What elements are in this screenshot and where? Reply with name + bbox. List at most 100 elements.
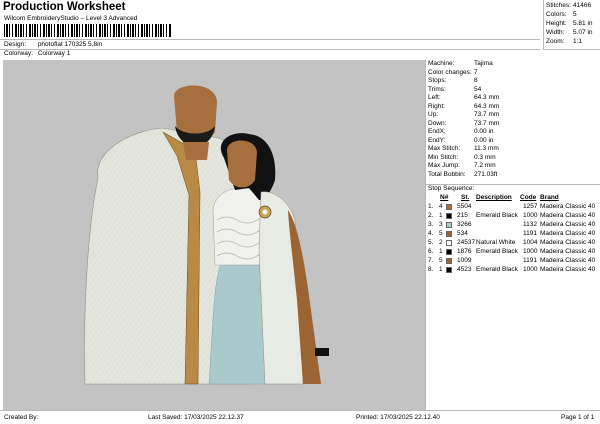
woman-face: [227, 140, 257, 188]
divider: [0, 49, 540, 50]
color-swatch: [446, 267, 452, 273]
seq-stop: 3.: [428, 221, 434, 228]
col-n: N#: [440, 194, 449, 201]
seq-description: Emerald Black: [476, 248, 518, 255]
seq-code: 1000: [523, 212, 538, 219]
design-row: Design: photoflat 170325 5,8in: [4, 41, 102, 48]
seq-brand: Madeira Classic 40: [540, 266, 596, 273]
seq-code: 1000: [523, 248, 538, 255]
printed-date: Printed: 17/03/2025 22.12.40: [356, 414, 440, 421]
seq-brand: Madeira Classic 40: [540, 203, 596, 210]
color-swatch: [446, 231, 452, 237]
colorway-value: Colorway 1: [37, 50, 71, 57]
seq-needle: 1: [439, 266, 443, 273]
seq-needle: 4: [439, 203, 443, 210]
prop-endx: EndX: 0.00 in: [428, 128, 494, 135]
prop-machine: Machine: Tajima: [428, 60, 493, 67]
table-row: 3. 3 3266 1132 Madeira Classic 40: [426, 221, 600, 230]
prop-max-stitch: Max Stitch: 11.3 mm: [428, 145, 499, 152]
table-row: 4. 5 534 1191 Madeira Classic 40: [426, 230, 600, 239]
prop-left: Left: 64.3 mm: [428, 94, 500, 101]
seq-code: 1191: [523, 257, 537, 264]
seq-brand: Madeira Classic 40: [540, 230, 596, 237]
prop-total-bobbin: Total Bobbin: 271.03ft: [428, 170, 498, 178]
worksheet-footer: Created By: Last Saved: 17/03/2025 22.12…: [0, 410, 600, 424]
seq-code: 1000: [523, 266, 538, 273]
colorway-label: Colorway:: [4, 50, 33, 57]
table-row: 6. 1 1876 Emerald Black 1000 Madeira Classic …: [426, 248, 600, 257]
seq-needle: 3: [439, 221, 443, 228]
seq-code: 1257: [523, 203, 538, 210]
seq-stop: 5.: [428, 239, 434, 246]
color-swatch: [446, 213, 452, 219]
barcode: [4, 24, 172, 37]
prop-color-changes: Color changes: 7: [428, 68, 478, 76]
software-subtitle: Wilcom EmbroideryStudio – Level 3 Advanc…: [4, 15, 138, 22]
color-swatch: [446, 249, 452, 255]
seq-stitches: 5504: [457, 203, 472, 210]
design-label: Design:: [4, 41, 27, 48]
seq-brand: Madeira Classic 40: [540, 257, 596, 264]
table-row: 2. 1 215 Emerald Black 1000 Madeira Classic 4…: [426, 212, 600, 221]
seq-description: Natural White: [476, 239, 516, 246]
design-stats: Stitches: 41466 Colors: 5 Height: 5.81 in W…: [543, 0, 600, 50]
col-code: Code: [520, 194, 537, 201]
seq-stop: 8.: [428, 266, 434, 273]
seq-code: 1191: [523, 230, 537, 237]
seq-needle: 1: [439, 248, 443, 255]
colorway-row: Colorway: Colorway 1: [4, 50, 70, 57]
design-preview: [3, 60, 425, 410]
seq-stitches: 24537: [457, 239, 476, 246]
last-saved: Last Saved: 17/03/2025 22.12.37: [148, 414, 244, 421]
man-neck: [183, 142, 209, 160]
seq-stop: 4.: [428, 230, 434, 237]
table-row: 8. 1 4523 Emerald Black 1000 Madeira Classic …: [426, 266, 600, 275]
seq-stop: 7.: [428, 257, 434, 264]
prop-trims: Trims: 54: [428, 85, 482, 93]
seq-brand: Madeira Classic 40: [540, 212, 596, 219]
prop-stops: Stops: 8: [428, 77, 478, 84]
prop-max-jump: Max Jump: 7.2 mm: [428, 162, 496, 169]
stat-zoom: Zoom: 1:1: [546, 38, 583, 45]
prop-min-stitch: Min Stitch: 0.3 mm: [428, 153, 496, 161]
col-description: Description: [476, 194, 512, 201]
seq-stop: 1.: [428, 203, 434, 210]
seq-stop: 2.: [428, 212, 434, 219]
prop-endy: EndY: 0.00 in: [428, 136, 494, 144]
design-value: photoflat 170325 5,8in: [37, 41, 103, 48]
col-brand: Brand: [540, 194, 559, 201]
col-st: St.: [461, 194, 470, 201]
prop-right: Right: 64.3 mm: [428, 102, 500, 110]
seq-description: Emerald Black: [476, 266, 518, 273]
created-by: Created By:: [4, 414, 39, 421]
wristband: [315, 348, 329, 356]
seq-stitches: 1876: [457, 248, 472, 255]
seq-stitches: 3266: [457, 221, 472, 228]
seq-brand: Madeira Classic 40: [540, 239, 596, 246]
color-swatch: [446, 258, 452, 264]
color-swatch: [446, 222, 452, 228]
embroidery-illustration: [84, 85, 329, 385]
table-row: 7. 5 1009 1191 Madeira Classic 40: [426, 257, 600, 266]
stat-stitches: Stitches: 41466: [546, 2, 592, 9]
stat-colors: Colors: 5: [546, 11, 577, 18]
color-swatch: [446, 204, 452, 210]
table-row: 5. 2 24537 Natural White 1004 Madeira Classic…: [426, 239, 600, 248]
color-swatch: [446, 240, 452, 246]
seq-code: 1132: [523, 221, 537, 228]
seq-stitches: 215: [457, 212, 468, 219]
prop-up: Up: 73.7 mm: [428, 111, 500, 118]
seq-needle: 1: [439, 212, 443, 219]
divider: [0, 39, 540, 40]
stop-sequence-title: Stop Sequence:: [428, 185, 475, 192]
prop-down: Down: 73.7 mm: [428, 119, 500, 127]
stat-height: Height: 5.81 in: [546, 20, 593, 27]
seq-brand: Madeira Classic 40: [540, 221, 596, 228]
seq-description: Emerald Black: [476, 212, 518, 219]
seq-brand: Madeira Classic 40: [540, 248, 596, 255]
table-row: 1. 4 5504 1257 Madeira Classic 40: [426, 203, 600, 212]
seq-stitches: 4523: [457, 266, 472, 273]
seq-needle: 2: [439, 239, 443, 246]
properties-panel: Machine: Tajima Color changes: 7 Stops: 8 T…: [425, 60, 600, 410]
worksheet-title: Production Worksheet: [3, 1, 126, 13]
